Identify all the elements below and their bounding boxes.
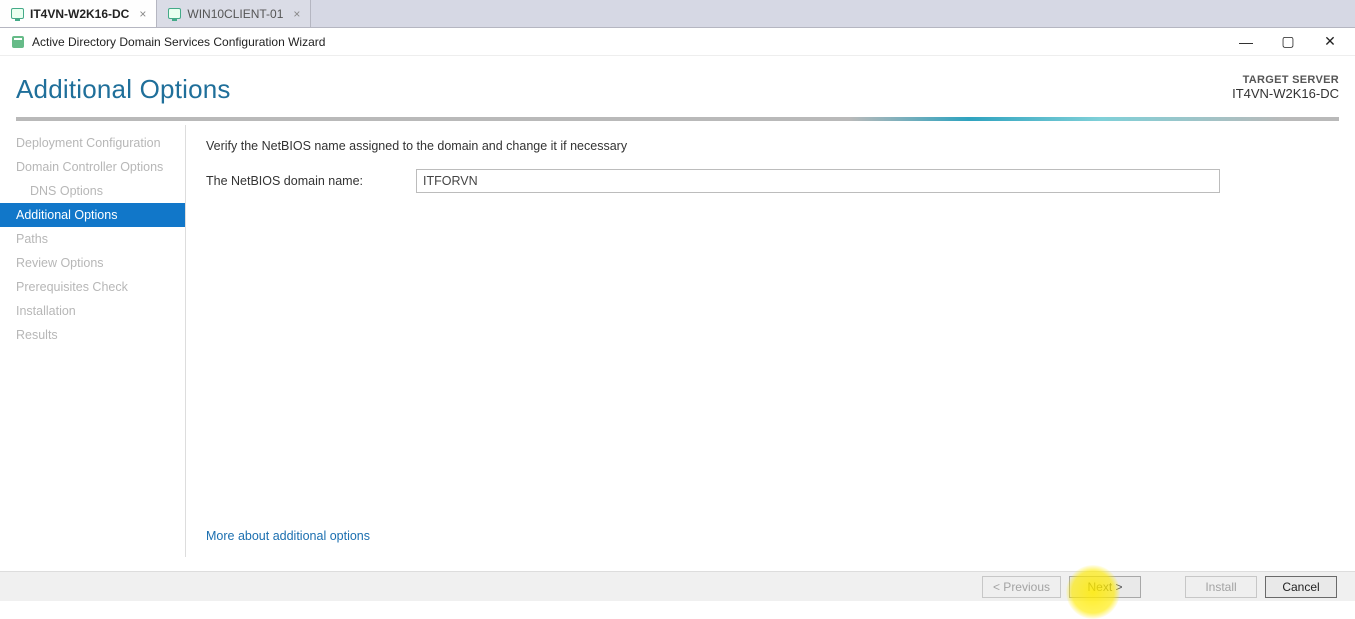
sidebar-item-deployment-configuration[interactable]: Deployment Configuration: [0, 131, 185, 155]
sidebar-item-results[interactable]: Results: [0, 323, 185, 347]
vm-tabbar: IT4VN-W2K16-DC × WIN10CLIENT-01 ×: [0, 0, 1355, 28]
page-header: Additional Options TARGET SERVER IT4VN-W…: [0, 56, 1355, 109]
target-server-label: TARGET SERVER: [1232, 74, 1339, 86]
more-about-link[interactable]: More about additional options: [206, 529, 370, 543]
sidebar-item-prerequisites-check[interactable]: Prerequisites Check: [0, 275, 185, 299]
sidebar-item-installation[interactable]: Installation: [0, 299, 185, 323]
close-icon[interactable]: ×: [293, 7, 300, 21]
vm-tab-label: IT4VN-W2K16-DC: [30, 7, 129, 21]
target-server-box: TARGET SERVER IT4VN-W2K16-DC: [1232, 74, 1339, 101]
vm-tab-active[interactable]: IT4VN-W2K16-DC ×: [0, 0, 157, 27]
app-icon: [10, 34, 26, 50]
monitor-icon: [167, 7, 181, 21]
monitor-icon: [10, 7, 24, 21]
vm-tab-inactive[interactable]: WIN10CLIENT-01 ×: [157, 0, 311, 27]
wizard-sidebar: Deployment Configuration Domain Controll…: [0, 125, 186, 557]
sidebar-item-paths[interactable]: Paths: [0, 227, 185, 251]
close-button[interactable]: ✕: [1321, 33, 1339, 51]
minimize-button[interactable]: —: [1237, 33, 1255, 51]
sidebar-item-domain-controller-options[interactable]: Domain Controller Options: [0, 155, 185, 179]
window-title: Active Directory Domain Services Configu…: [32, 35, 1237, 49]
netbios-field-label: The NetBIOS domain name:: [206, 174, 406, 188]
previous-button[interactable]: < Previous: [982, 576, 1061, 598]
vm-tab-label: WIN10CLIENT-01: [187, 7, 283, 21]
install-button: Install: [1185, 576, 1257, 598]
window-titlebar: Active Directory Domain Services Configu…: [0, 28, 1355, 56]
wizard-footer: < Previous Next > Install Cancel: [0, 571, 1355, 601]
netbios-field-row: The NetBIOS domain name:: [206, 169, 1339, 193]
instruction-text: Verify the NetBIOS name assigned to the …: [206, 139, 1339, 153]
window-controls: — ▢ ✕: [1237, 33, 1345, 51]
sidebar-item-dns-options[interactable]: DNS Options: [0, 179, 185, 203]
wizard-content: Deployment Configuration Domain Controll…: [0, 125, 1339, 557]
target-server-name: IT4VN-W2K16-DC: [1232, 86, 1339, 101]
close-icon[interactable]: ×: [139, 7, 146, 21]
sidebar-item-review-options[interactable]: Review Options: [0, 251, 185, 275]
wizard-main: Verify the NetBIOS name assigned to the …: [186, 125, 1339, 557]
maximize-button[interactable]: ▢: [1279, 33, 1297, 51]
page-title: Additional Options: [16, 74, 231, 105]
cancel-button[interactable]: Cancel: [1265, 576, 1337, 598]
netbios-input[interactable]: [416, 169, 1220, 193]
sidebar-item-additional-options[interactable]: Additional Options: [0, 203, 185, 227]
next-button[interactable]: Next >: [1069, 576, 1141, 598]
header-divider: [16, 117, 1339, 121]
